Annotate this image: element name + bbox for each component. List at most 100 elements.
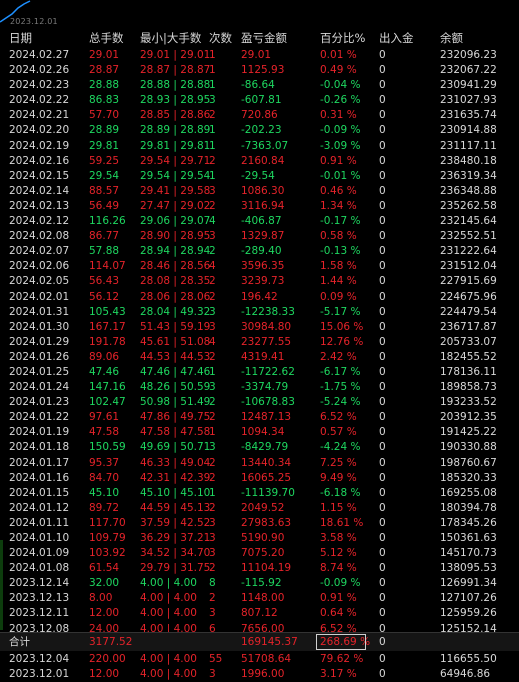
cell-count: 55: [209, 652, 223, 665]
cell-balance: 182455.52: [440, 350, 497, 363]
table-row[interactable]: 2024.01.12 89.72 44.59 | 45.13 2 2049.52 1.15…: [0, 501, 519, 516]
cell-total-lots: 45.10: [89, 486, 120, 499]
table-row[interactable]: 2023.12.13 8.00 4.00 | 4.00 2 1148.00 0.91 % 0…: [0, 591, 519, 606]
cell-balance: 116655.50: [440, 652, 497, 665]
table-row[interactable]: 2024.02.15 29.54 29.54 | 29.54 1 -29.54 -0.01…: [0, 169, 519, 184]
table-row[interactable]: 2024.02.01 56.12 28.06 | 28.06 2 196.42 0.09 …: [0, 290, 519, 305]
header-pnl[interactable]: 盈亏金额: [241, 29, 287, 48]
cell-deposit-withdraw: 0: [379, 652, 386, 665]
cell-pnl: 29.01: [241, 49, 272, 61]
cell-percent: -3.09 %: [320, 139, 361, 152]
cell-min-max-lots: 29.54 | 29.71: [140, 154, 211, 167]
table-row[interactable]: 2024.02.21 57.70 28.85 | 28.86 2 720.86 0.31 …: [0, 108, 519, 123]
table-row[interactable]: 2024.02.27 29.01 29.01 | 29.01 1 29.01 0.01 %…: [0, 48, 519, 63]
cell-deposit-withdraw: 0: [379, 124, 386, 137]
cell-min-max-lots: 47.58 | 47.58: [140, 426, 211, 439]
cell-min-max-lots: 29.01 | 29.01: [140, 49, 211, 61]
table-row[interactable]: 2024.01.10 109.79 36.29 | 37.21 3 5190.90 3.5…: [0, 531, 519, 546]
cell-date: 2024.01.31: [9, 305, 70, 318]
cell-total-lots: 47.46: [89, 365, 120, 378]
table-row[interactable]: 2024.01.24 147.16 48.26 | 50.59 3 -3374.79 -1…: [0, 380, 519, 395]
cell-percent: 1.58 %: [320, 260, 357, 273]
cell-date: 2024.02.27: [9, 49, 70, 61]
cell-total-lots: 56.49: [89, 199, 120, 212]
table-row[interactable]: 2024.01.16 84.70 42.31 | 42.39 2 16065.25 9.4…: [0, 471, 519, 486]
cell-percent: 7.25 %: [320, 456, 357, 469]
table-row[interactable]: 2024.01.30 167.17 51.43 | 59.19 3 30984.80 15…: [0, 320, 519, 335]
header-deposit-withdraw[interactable]: 出入金: [379, 29, 414, 48]
cell-total-lots: 29.01: [89, 49, 120, 61]
table-row[interactable]: 2024.02.26 28.87 28.87 | 28.87 1 1125.93 0.49…: [0, 63, 519, 78]
cell-percent: -1.75 %: [320, 381, 361, 394]
table-row[interactable]: 2024.01.22 97.61 47.86 | 49.75 2 12487.13 6.5…: [0, 410, 519, 425]
cell-min-max-lots: 45.10 | 45.10: [140, 486, 211, 499]
table-row[interactable]: 2023.12.01 12.00 4.00 | 4.00 3 1996.00 3.17 %…: [0, 667, 519, 682]
cell-percent: 1.44 %: [320, 275, 357, 288]
equity-sparkline-panel: 2023.12.01: [0, 0, 519, 29]
table-row[interactable]: 2024.01.08 61.54 29.79 | 31.75 2 11104.19 8.7…: [0, 561, 519, 576]
table-row[interactable]: 2024.02.07 57.88 28.94 | 28.94 2 -289.40 -0.1…: [0, 244, 519, 259]
table-row[interactable]: 2024.01.26 89.06 44.53 | 44.53 2 4319.41 2.42…: [0, 350, 519, 365]
cell-total-lots: 28.87: [89, 64, 120, 77]
table-row[interactable]: 2023.12.11 12.00 4.00 | 4.00 3 807.12 0.64 % 0…: [0, 606, 519, 621]
cell-pnl: -8429.79: [241, 441, 289, 454]
table-row[interactable]: 2024.01.23 102.47 50.98 | 51.49 2 -10678.83 -…: [0, 395, 519, 410]
table-row[interactable]: 2024.02.23 28.88 28.88 | 28.88 1 -86.64 -0.04…: [0, 78, 519, 93]
cell-min-max-lots: 28.08 | 28.35: [140, 275, 211, 288]
cell-min-max-lots: 44.59 | 45.13: [140, 501, 211, 514]
cell-total-lots: 97.61: [89, 411, 120, 424]
cell-date: 2024.02.26: [9, 64, 70, 77]
header-balance[interactable]: 余额: [440, 29, 463, 48]
cell-balance: 232096.23: [440, 49, 497, 61]
cell-min-max-lots: 28.87 | 28.87: [140, 64, 211, 77]
table-row[interactable]: 2024.01.17 95.37 46.33 | 49.04 2 13440.34 7.2…: [0, 456, 519, 471]
table-row[interactable]: 2023.12.04 220.00 4.00 | 4.00 55 51708.64 79.…: [0, 652, 519, 667]
cell-balance: 64946.86: [440, 667, 491, 680]
table-row[interactable]: 2024.02.05 56.43 28.08 | 28.35 2 3239.73 1.44…: [0, 274, 519, 289]
cell-deposit-withdraw: 0: [379, 305, 386, 318]
cell-min-max-lots: 27.47 | 29.02: [140, 199, 211, 212]
table-row[interactable]: 2024.01.09 103.92 34.52 | 34.70 3 7075.20 5.1…: [0, 546, 519, 561]
total-row[interactable]: 合计 3177.52 169145.37 268.69 % 0: [0, 632, 519, 651]
table-row[interactable]: 2024.01.29 191.78 45.61 | 51.08 4 23277.55 12…: [0, 335, 519, 350]
table-row[interactable]: 2024.01.15 45.10 45.10 | 45.10 1 -11139.70 -6…: [0, 486, 519, 501]
table-row[interactable]: 2024.01.11 117.70 37.59 | 42.52 3 27983.63 18…: [0, 516, 519, 531]
cell-date: 2024.02.21: [9, 109, 70, 122]
header-count[interactable]: 次数: [209, 29, 232, 48]
table-row[interactable]: 2024.02.20 28.89 28.89 | 28.89 1 -202.23 -0.0…: [0, 123, 519, 138]
cell-count: 1: [209, 169, 216, 182]
table-row[interactable]: 2024.02.12 116.26 29.06 | 29.07 4 -406.87 -0.…: [0, 214, 519, 229]
cell-min-max-lots: 51.43 | 59.19: [140, 320, 211, 333]
table-header: 日期 总手数 最小|大手数 次数 盈亏金额 百分比% 出入金 余额: [0, 29, 519, 48]
table-row[interactable]: 2024.01.18 150.59 49.69 | 50.71 3 -8429.79 -4…: [0, 440, 519, 455]
table-row[interactable]: 2024.02.22 86.83 28.93 | 28.95 3 -607.81 -0.2…: [0, 93, 519, 108]
table-row[interactable]: 2024.02.08 86.77 28.90 | 28.95 3 1329.87 0.58…: [0, 229, 519, 244]
cell-pnl: 11104.19: [241, 562, 292, 575]
cell-count: 2: [209, 592, 216, 605]
table-row[interactable]: 2024.02.13 56.49 27.47 | 29.02 2 3116.94 1.34…: [0, 199, 519, 214]
header-date[interactable]: 日期: [9, 29, 32, 48]
table-row[interactable]: 2024.02.14 88.57 29.41 | 29.58 3 1086.30 0.46…: [0, 184, 519, 199]
cell-pnl: 3116.94: [241, 199, 285, 212]
table-row[interactable]: 2024.01.25 47.46 47.46 | 47.46 1 -11722.62 -6…: [0, 365, 519, 380]
header-total-lots[interactable]: 总手数: [89, 29, 124, 48]
cell-date: 2024.02.23: [9, 79, 70, 92]
cell-pnl: -607.81: [241, 94, 282, 107]
cell-total-lots: 8.00: [89, 592, 113, 605]
table-row[interactable]: 2023.12.14 32.00 4.00 | 4.00 8 -115.92 -0.09 …: [0, 576, 519, 591]
cell-deposit-withdraw: 0: [379, 547, 386, 560]
cell-percent: 12.76 %: [320, 335, 364, 348]
table-row[interactable]: 2024.01.31 105.43 28.04 | 49.32 3 -12238.33 -…: [0, 305, 519, 320]
cell-balance: 193233.52: [440, 396, 497, 409]
table-row[interactable]: 2024.02.06 114.07 28.46 | 28.56 4 3596.35 1.5…: [0, 259, 519, 274]
cell-min-max-lots: 29.06 | 29.07: [140, 215, 211, 228]
header-min-max-lots[interactable]: 最小|大手数: [140, 29, 201, 48]
cell-min-max-lots: 28.04 | 49.32: [140, 305, 211, 318]
table-row[interactable]: 2024.01.19 47.58 47.58 | 47.58 1 1094.34 0.57…: [0, 425, 519, 440]
total-selection-box: [316, 634, 366, 650]
cell-pnl: 12487.13: [241, 411, 292, 424]
cell-date: 2023.12.11: [9, 607, 70, 620]
header-percent[interactable]: 百分比%: [320, 29, 365, 48]
table-row[interactable]: 2024.02.19 29.81 29.81 | 29.81 1 -7363.07 -3.…: [0, 139, 519, 154]
table-row[interactable]: 2024.02.16 59.25 29.54 | 29.71 2 2160.84 0.91…: [0, 154, 519, 169]
